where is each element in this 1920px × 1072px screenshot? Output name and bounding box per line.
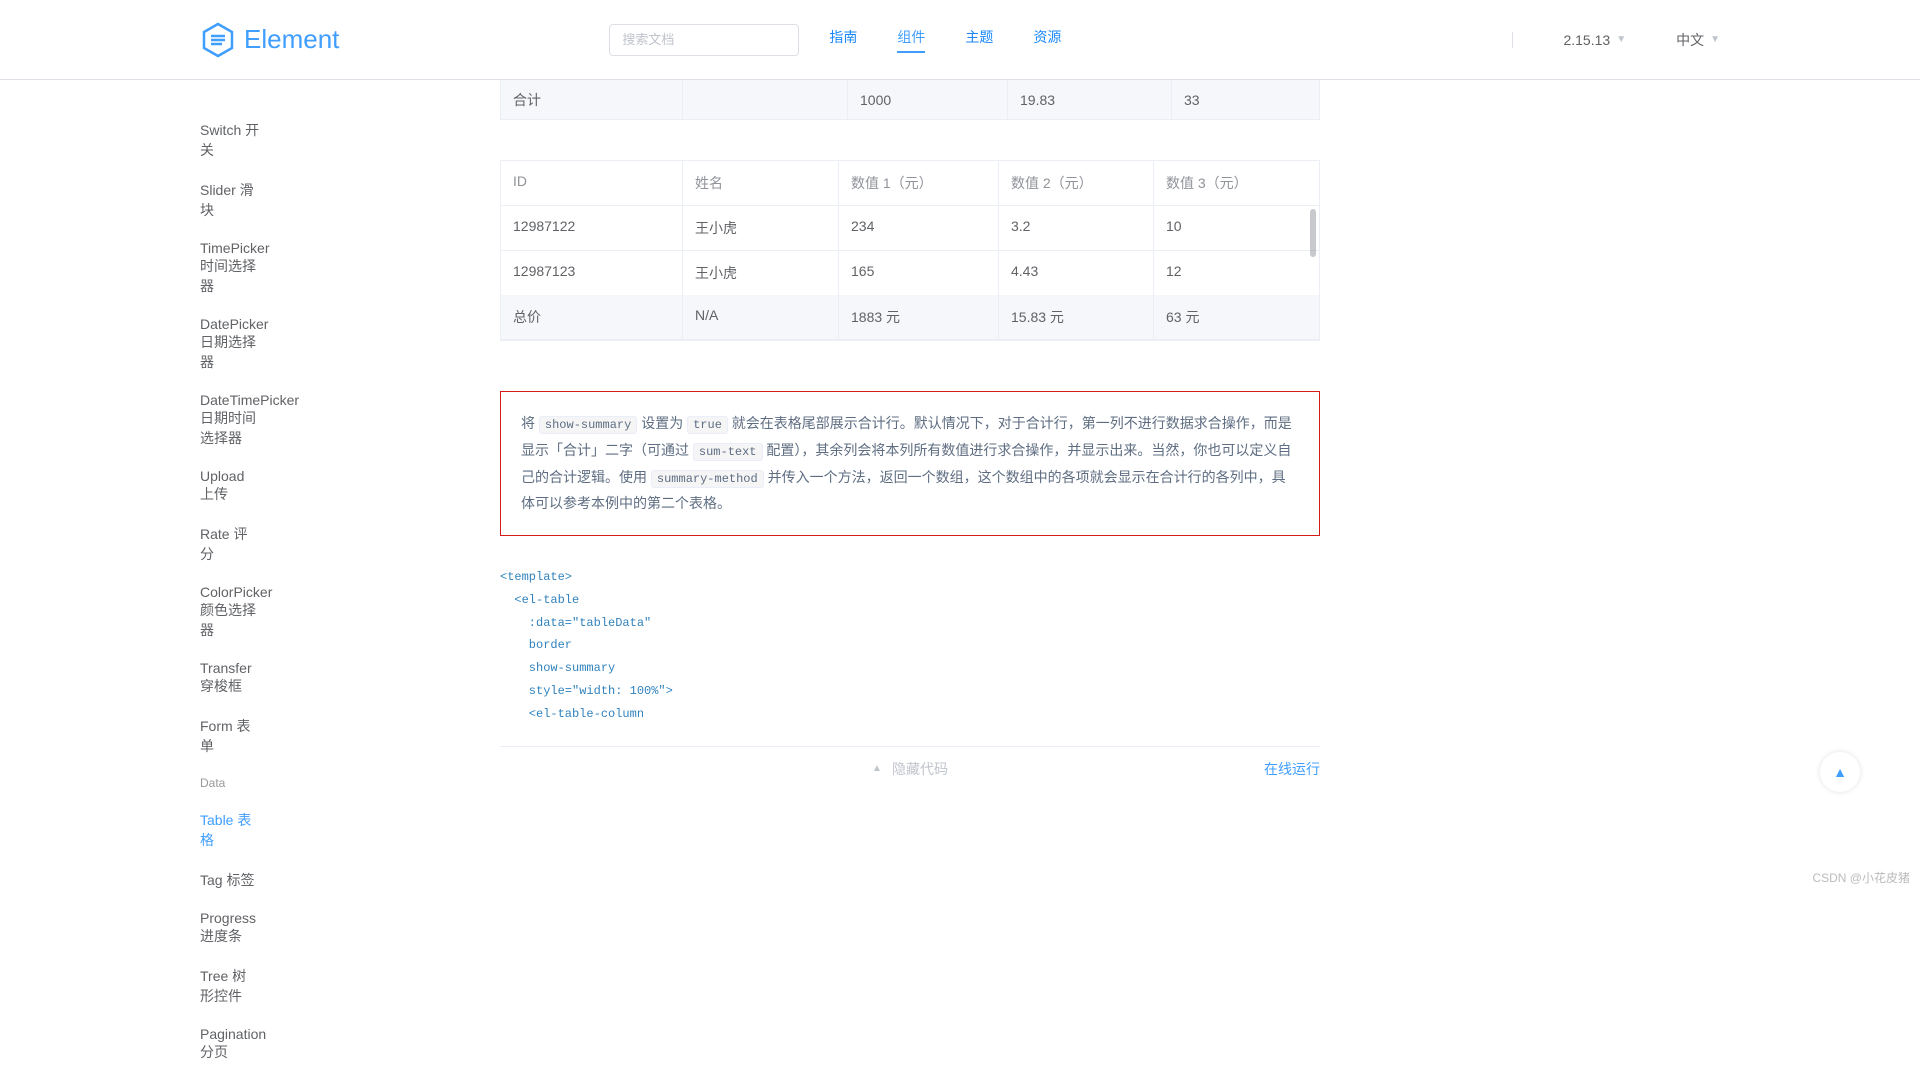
sidebar-category-data: Data (200, 766, 260, 800)
main-content: 合计 1000 19.83 33 ID 姓名 数值 1（元） 数值 2（元） 数… (260, 80, 1360, 1072)
td-v1: 165 (839, 251, 999, 295)
sidebar-item-form[interactable]: Form 表单 (200, 706, 260, 766)
table1-summary-label: 合计 (501, 80, 683, 119)
back-to-top-button[interactable]: ▲ (1820, 752, 1860, 792)
code-line: <el-table-column (500, 703, 1320, 726)
sidebar-item-progress[interactable]: Progress 进度条 (200, 900, 260, 956)
sidebar: Switch 开关 Slider 滑块 TimePicker 时间选择器 Dat… (0, 80, 260, 1072)
caret-up-icon: ▲ (1833, 764, 1847, 780)
td-v3: 10 (1154, 206, 1319, 250)
tf-name: N/A (683, 295, 839, 339)
scrollbar[interactable] (1309, 209, 1317, 292)
table1-summary-c3: 1000 (848, 80, 1008, 119)
sidebar-item-datepicker[interactable]: DatePicker 日期选择器 (200, 306, 260, 382)
sidebar-item-colorpicker[interactable]: ColorPicker 颜色选择器 (200, 574, 260, 650)
divider (1512, 32, 1513, 48)
header-right: 2.15.13 ▼ 中文 ▼ (1512, 30, 1720, 50)
desc-t1: 将 (521, 415, 539, 431)
th-v3: 数值 3（元） (1154, 161, 1319, 206)
td-id: 12987122 (501, 206, 683, 250)
code-line: border (500, 634, 1320, 657)
search-input[interactable] (609, 24, 799, 56)
scrollbar-thumb[interactable] (1310, 209, 1316, 257)
table1-summary-c2 (683, 80, 848, 119)
table1-summary-c5: 33 (1172, 80, 1319, 119)
code-line: show-summary (500, 657, 1320, 680)
table1-summary-c4: 19.83 (1008, 80, 1172, 119)
td-id: 12987123 (501, 251, 683, 295)
code-line: style="width: 100%"> (500, 680, 1320, 703)
td-name: 王小虎 (683, 251, 839, 295)
td-v3: 12 (1154, 251, 1319, 295)
table-row: 12987123 王小虎 165 4.43 12 (501, 251, 1319, 295)
tf-v2: 15.83 元 (999, 295, 1154, 339)
tf-label: 总价 (501, 295, 683, 339)
table2: ID 姓名 数值 1（元） 数值 2（元） 数值 3（元） 12987122 王… (500, 160, 1320, 341)
nav-links: 指南 组件 主题 资源 (829, 27, 1061, 53)
sidebar-item-rate[interactable]: Rate 评分 (200, 514, 260, 574)
sidebar-item-switch[interactable]: Switch 开关 (200, 110, 260, 170)
sidebar-item-tag[interactable]: Tag 标签 (200, 860, 260, 900)
nav-component[interactable]: 组件 (897, 27, 925, 53)
search-box (609, 24, 799, 56)
version-label: 2.15.13 (1563, 32, 1610, 48)
lang-dropdown[interactable]: 中文 ▼ (1676, 30, 1720, 50)
sidebar-item-table[interactable]: Table 表格 (200, 800, 260, 860)
td-v1: 234 (839, 206, 999, 250)
table2-header: ID 姓名 数值 1（元） 数值 2（元） 数值 3（元） (501, 161, 1319, 206)
sidebar-item-upload[interactable]: Upload 上传 (200, 458, 260, 514)
code-line: <template> (500, 566, 1320, 589)
sidebar-item-datetimepicker[interactable]: DateTimePicker 日期时间选择器 (200, 382, 260, 458)
version-dropdown[interactable]: 2.15.13 ▼ (1563, 32, 1626, 48)
th-id: ID (501, 161, 683, 206)
code-true: true (687, 416, 728, 434)
code-line: :data="tableData" (500, 612, 1320, 635)
caret-up-icon: ▲ (872, 763, 882, 774)
sidebar-item-pagination[interactable]: Pagination 分页 (200, 1016, 260, 1072)
header: Element 指南 组件 主题 资源 2.15.13 ▼ 中文 ▼ (0, 0, 1920, 80)
td-name: 王小虎 (683, 206, 839, 250)
th-v1: 数值 1（元） (839, 161, 999, 206)
td-v2: 3.2 (999, 206, 1154, 250)
code-line: <el-table (500, 589, 1320, 612)
table1-summary-row: 合计 1000 19.83 33 (500, 80, 1320, 120)
hide-code-button[interactable]: 隐藏代码 (892, 759, 948, 779)
sidebar-item-tree[interactable]: Tree 树形控件 (200, 956, 260, 1016)
description-box: 将 show-summary 设置为 true 就会在表格尾部展示合计行。默认情… (500, 391, 1320, 536)
brand-logo[interactable]: Element (200, 22, 339, 58)
chevron-down-icon: ▼ (1710, 34, 1720, 45)
watermark: CSDN @小花皮猪 (1812, 869, 1910, 886)
code-summary-method: summary-method (651, 470, 764, 488)
run-online-button[interactable]: 在线运行 (1264, 759, 1320, 779)
sidebar-item-timepicker[interactable]: TimePicker 时间选择器 (200, 230, 260, 306)
desc-t2: 设置为 (637, 415, 687, 431)
table-row: 12987122 王小虎 234 3.2 10 (501, 206, 1319, 251)
td-v2: 4.43 (999, 251, 1154, 295)
tf-v3: 63 元 (1154, 295, 1319, 339)
code-block: <template> <el-table :data="tableData" b… (500, 566, 1320, 726)
code-sum-text: sum-text (693, 443, 763, 461)
nav-guide[interactable]: 指南 (829, 27, 857, 53)
th-v2: 数值 2（元） (999, 161, 1154, 206)
nav-theme[interactable]: 主题 (965, 27, 993, 53)
element-icon (200, 22, 236, 58)
nav-resource[interactable]: 资源 (1033, 27, 1061, 53)
sidebar-item-transfer[interactable]: Transfer 穿梭框 (200, 650, 260, 706)
chevron-down-icon: ▼ (1616, 34, 1626, 45)
table2-summary-row: 总价 N/A 1883 元 15.83 元 63 元 (501, 295, 1319, 340)
lang-label: 中文 (1676, 30, 1704, 50)
brand-text: Element (244, 24, 339, 55)
sidebar-item-slider[interactable]: Slider 滑块 (200, 170, 260, 230)
tf-v1: 1883 元 (839, 295, 999, 339)
code-show-summary: show-summary (539, 416, 637, 434)
th-name: 姓名 (683, 161, 839, 206)
code-footer: ▲ 隐藏代码 在线运行 (500, 746, 1320, 779)
